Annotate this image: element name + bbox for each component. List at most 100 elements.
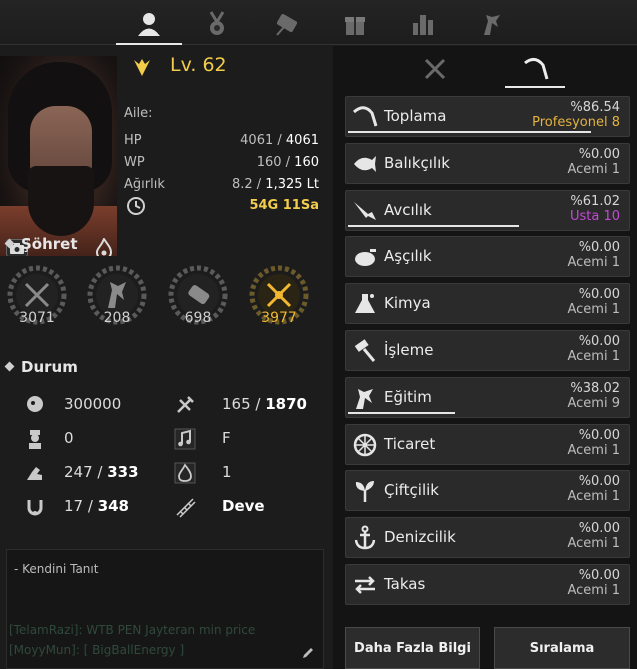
flexed-arm-icon	[27, 467, 42, 480]
life-skill-rank: Acemi 9	[567, 395, 621, 411]
music-rank-value: F	[222, 429, 231, 447]
sprout-icon	[355, 481, 374, 503]
scroll-icon	[276, 14, 298, 36]
energy-value: 247 / 333	[64, 463, 139, 481]
life-skill-name: Avcılık	[384, 200, 432, 219]
fish-icon	[354, 155, 376, 172]
life-skill-name: Toplama	[384, 107, 447, 125]
energy-button[interactable]	[94, 236, 114, 256]
chat-line-1: [TelamRazi]: WTB PEN Jayteran min price	[9, 623, 256, 637]
hp-value: 4061 / 4061	[240, 133, 319, 148]
life-skill-name: Eğitim	[384, 387, 432, 406]
sickle-icon	[352, 106, 378, 127]
life-skill-name: Balıkçılık	[384, 153, 450, 172]
life-skill-progress-bar	[348, 224, 520, 227]
more-info-button[interactable]: Daha Fazla Bilgi	[345, 627, 480, 669]
mount-value: Deve	[222, 497, 265, 515]
fame-section-title: Şöhret	[4, 235, 78, 253]
person-icon	[138, 13, 160, 36]
edit-pen-icon[interactable]	[301, 646, 315, 660]
ranking-button[interactable]: Sıralama	[494, 627, 630, 669]
life-skill-row[interactable]: Ticaret %0.00 Acemi 1	[345, 423, 630, 465]
life-skill-percent: %0.00	[578, 568, 620, 583]
life-skill-name: Denizcilik	[384, 528, 456, 547]
horse-icon	[356, 388, 373, 409]
life-skill-name: Aşçılık	[384, 247, 432, 266]
level-label: Lv.	[170, 54, 197, 76]
ladder-icon	[176, 498, 196, 518]
inventory-value: 17 / 348	[64, 497, 129, 515]
hammer-axe-icon	[177, 396, 194, 413]
character-portrait	[0, 56, 117, 256]
tab-character[interactable]	[116, 4, 182, 45]
scroll-fame-value: 698	[184, 310, 212, 326]
life-skill-row[interactable]: Denizcilik %0.00 Acemi 1	[345, 517, 630, 559]
life-skill-rank: Acemi 1	[567, 536, 621, 552]
life-skill-rank: Profesyonel 8	[532, 115, 620, 130]
life-skill-percent: %0.00	[578, 334, 620, 349]
life-skill-row[interactable]: İşleme %0.00 Acemi 1	[345, 330, 630, 371]
life-skill-rank: Acemi 1	[567, 349, 621, 364]
head-icon	[27, 396, 43, 412]
life-skill-rank: Acemi 1	[567, 161, 621, 177]
combat-fame-value: 3071	[19, 310, 55, 326]
self-intro-label: - Kendini Tanıt	[14, 562, 99, 576]
tab-medal[interactable]	[184, 4, 250, 44]
wp-label: WP	[124, 155, 145, 170]
life-skill-rank: Usta 10	[569, 208, 620, 224]
tab-scroll[interactable]	[254, 4, 320, 44]
life-fame-value: 208	[103, 310, 131, 326]
tab-stats[interactable]	[390, 4, 456, 44]
life-skill-percent: %0.00	[578, 427, 620, 443]
tab-life[interactable]	[505, 50, 565, 88]
life-skill-row[interactable]: Aşçılık %0.00 Acemi 1	[345, 236, 630, 278]
life-skill-percent: %0.00	[578, 146, 620, 162]
life-skill-name: Çiftçilik	[384, 481, 439, 500]
life-skill-progress-bar	[348, 411, 455, 414]
horse-head-icon	[484, 15, 500, 35]
life-skill-row[interactable]: Takas %0.00 Acemi 1	[345, 564, 630, 605]
gift-icon	[345, 17, 365, 35]
life-skill-row[interactable]: Balıkçılık %0.00 Acemi 1	[345, 142, 630, 184]
life-skill-percent: %61.02	[570, 193, 620, 209]
tab-horse[interactable]	[458, 4, 524, 44]
knife-icon	[354, 201, 376, 220]
soldier-icon	[29, 430, 41, 449]
self-intro-box[interactable]: - Kendini Tanıt [TelamRazi]: WTB PEN Jay…	[6, 549, 324, 669]
hammer-icon	[354, 339, 376, 362]
life-skill-name: Kimya	[384, 294, 431, 313]
flame-count-value: 1	[222, 463, 232, 481]
life-skill-row[interactable]: Eğitim %38.02 Acemi 9	[345, 376, 630, 418]
life-skill-rank: Acemi 1	[567, 302, 621, 318]
weight-value: 8.2 / 1,325 Lt	[231, 177, 319, 192]
life-skill-percent: %0.00	[578, 521, 620, 537]
playtime-value: 54G 11Sa	[249, 198, 319, 213]
life-skill-rank: Acemi 1	[567, 442, 621, 458]
level-value: 62	[202, 54, 227, 76]
tab-combat[interactable]	[405, 50, 465, 88]
life-skill-row[interactable]: Çiftçilik %0.00 Acemi 1	[345, 470, 630, 512]
top-tab-bar	[0, 0, 637, 45]
horseshoe-icon	[27, 500, 43, 516]
life-skill-row[interactable]: Avcılık %61.02 Usta 10	[345, 189, 630, 231]
level-wings-icon	[134, 59, 150, 76]
life-skill-percent: %0.00	[578, 287, 620, 303]
swap-arrows-icon	[355, 576, 375, 594]
wheel-icon	[353, 433, 377, 456]
life-skill-row[interactable]: Kimya %0.00 Acemi 1	[345, 283, 630, 325]
clock-icon	[127, 197, 145, 215]
music-note-icon	[174, 428, 196, 450]
energy-flame-icon	[174, 462, 196, 484]
life-skill-row[interactable]: Toplama %86.54 Profesyonel 8	[345, 96, 630, 137]
medal-icon	[209, 11, 225, 35]
chat-line-2: [MoyyMun]: [ BigBallEnergy ]	[9, 643, 185, 657]
life-skill-rank: Acemi 1	[567, 583, 621, 598]
tab-gift[interactable]	[322, 4, 388, 44]
contribution-points-value: 165 / 1870	[222, 395, 307, 413]
flame-icon	[95, 236, 113, 256]
karma-value: 0	[64, 429, 74, 447]
status-section-title: Durum	[4, 358, 78, 376]
character-panel: Lv. 62 Aile: HP 4061 / 4061 WP 160 / 160…	[0, 46, 331, 669]
weight-label: Ağırlık	[124, 177, 165, 192]
life-skill-name: Takas	[384, 575, 426, 593]
